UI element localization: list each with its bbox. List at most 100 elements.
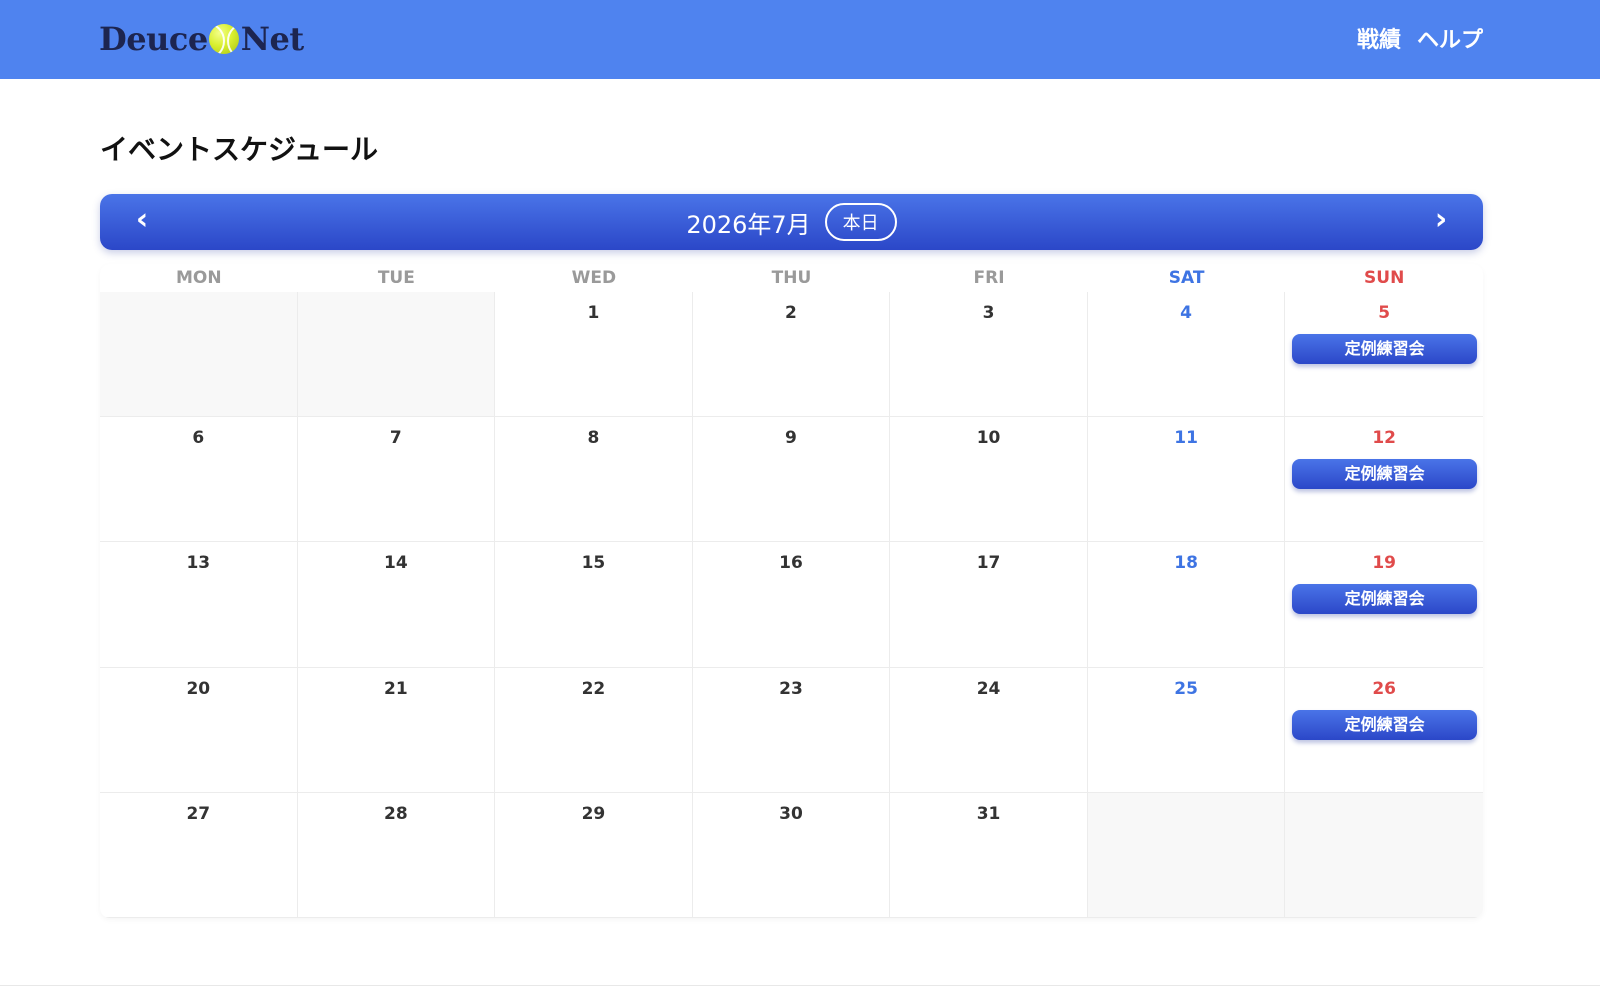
weekday-mon: MON (175, 268, 222, 288)
day-number: 31 (976, 803, 1001, 824)
weekday-sun: SUN (1364, 268, 1405, 288)
logo-text-right: Net (240, 20, 304, 58)
weekday-sat: SAT (1168, 268, 1205, 288)
event-chip[interactable]: 定例練習会 (1292, 334, 1477, 364)
calendar-day-cell[interactable]: 14 (297, 542, 496, 668)
calendar-month-center: 2026年7月 本日 (100, 203, 1483, 241)
calendar-day-cell[interactable]: 26 定例練習会 (1285, 668, 1483, 793)
calendar-day-cell[interactable]: 29 (495, 792, 693, 918)
calendar-day-cell[interactable]: 9 (692, 417, 891, 543)
logo-text-left: Deuce (99, 20, 208, 58)
calendar-day-cell[interactable]: 17 (890, 542, 1088, 668)
day-number: 5 (1378, 303, 1391, 323)
day-number: 13 (186, 553, 211, 574)
weekday-thu: THU (771, 268, 812, 288)
calendar-empty-cell (1087, 792, 1286, 918)
day-number: 24 (976, 678, 1001, 699)
calendar-day-cell[interactable]: 25 (1087, 667, 1286, 793)
calendar-empty-cell (1285, 792, 1483, 918)
calendar-week-row: 13 14 15 16 17 18 19 定例練習会 (100, 542, 1483, 668)
calendar-grid: MON TUE WED THU FRI SAT SUN 1 2 3 4 5 定例練習会 6 7… (100, 264, 1483, 918)
calendar-day-cell[interactable]: 20 (100, 667, 298, 793)
calendar-day-cell[interactable]: 30 (692, 792, 891, 918)
calendar-day-cell[interactable]: 24 (890, 667, 1088, 793)
calendar-day-cell[interactable]: 19 定例練習会 (1285, 542, 1483, 668)
day-number: 11 (1174, 428, 1198, 449)
weekday-header-row: MON TUE WED THU FRI SAT SUN (100, 264, 1483, 292)
calendar-week-row: 20 21 22 23 24 25 26 定例練習会 (100, 667, 1483, 793)
event-chip[interactable]: 定例練習会 (1292, 709, 1477, 740)
day-number: 30 (779, 803, 803, 824)
calendar-week-row: 27 28 29 30 31 (100, 792, 1483, 918)
calendar-day-cell[interactable]: 22 (495, 667, 693, 793)
event-chip[interactable]: 定例練習会 (1292, 459, 1477, 490)
day-number: 7 (389, 428, 402, 449)
calendar-day-cell[interactable]: 12 定例練習会 (1285, 417, 1483, 543)
footer-divider (0, 985, 1600, 986)
calendar-week-row: 1 2 3 4 5 定例練習会 (100, 292, 1483, 418)
calendar-day-cell[interactable]: 18 (1087, 542, 1286, 668)
day-number: 10 (976, 428, 1001, 449)
day-number: 6 (192, 428, 205, 449)
day-number: 18 (1174, 553, 1198, 574)
day-number: 28 (384, 803, 408, 824)
day-number: 4 (1180, 303, 1193, 323)
calendar-header: ‹ 2026年7月 本日 › (100, 194, 1483, 250)
day-number: 19 (1372, 553, 1396, 574)
site-logo[interactable]: Deuce Net (99, 18, 304, 60)
page-title: イベントスケジュール (100, 133, 379, 166)
day-number: 26 (1372, 678, 1396, 699)
calendar-day-cell[interactable]: 28 (297, 792, 496, 918)
day-number: 14 (384, 553, 408, 574)
chevron-right-icon[interactable]: › (1421, 202, 1461, 237)
calendar-day-cell[interactable]: 10 (890, 417, 1088, 543)
tennis-ball-icon (208, 24, 239, 54)
day-number: 20 (186, 678, 211, 699)
day-number: 12 (1372, 428, 1396, 449)
event-chip[interactable]: 定例練習会 (1292, 584, 1477, 615)
weekday-fri: FRI (973, 268, 1005, 288)
calendar-day-cell[interactable]: 11 (1087, 417, 1286, 543)
calendar-day-cell[interactable]: 3 (890, 292, 1088, 418)
current-month-label: 2026年7月 (686, 210, 811, 239)
weekday-wed: WED (571, 268, 617, 288)
weekday-tue: TUE (377, 268, 415, 288)
header-nav: 戦績 ヘルプ (1357, 22, 1483, 54)
calendar-day-cell[interactable]: 1 (495, 292, 693, 418)
calendar-empty-cell (100, 292, 298, 418)
calendar-day-cell[interactable]: 27 (100, 792, 298, 918)
calendar-day-cell[interactable]: 23 (692, 667, 891, 793)
day-number: 15 (581, 553, 606, 574)
day-number: 23 (779, 678, 803, 699)
calendar-day-cell[interactable]: 15 (495, 542, 693, 668)
day-number: 3 (982, 303, 995, 323)
day-number: 8 (587, 428, 600, 449)
day-number: 29 (581, 803, 606, 824)
day-number: 21 (384, 678, 408, 699)
calendar-empty-cell (297, 292, 496, 418)
day-number: 27 (186, 803, 211, 824)
calendar-day-cell[interactable]: 5 定例練習会 (1285, 292, 1483, 418)
calendar-week-row: 6 7 8 9 10 11 12 定例練習会 (100, 417, 1483, 543)
calendar-day-cell[interactable]: 21 (297, 667, 496, 793)
calendar-day-cell[interactable]: 16 (692, 542, 891, 668)
calendar-weeks: 1 2 3 4 5 定例練習会 6 7 8 9 10 11 12 定例練習会 13 14 15 16 17 18 19 定… (100, 292, 1483, 918)
calendar-day-cell[interactable]: 7 (297, 417, 496, 543)
top-navbar: Deuce Net 戦績 ヘルプ (0, 0, 1600, 79)
today-button[interactable]: 本日 (824, 203, 897, 241)
day-number: 22 (581, 678, 606, 699)
calendar-day-cell[interactable]: 8 (495, 417, 693, 543)
nav-link-help[interactable]: ヘルプ (1417, 22, 1483, 54)
calendar-day-cell[interactable]: 4 (1087, 292, 1286, 418)
day-number: 16 (779, 553, 803, 574)
day-number: 9 (785, 428, 797, 449)
calendar-day-cell[interactable]: 6 (100, 417, 298, 543)
day-number: 25 (1174, 678, 1198, 699)
calendar-day-cell[interactable]: 2 (692, 292, 891, 418)
calendar-day-cell[interactable]: 31 (890, 792, 1088, 918)
day-number: 17 (976, 553, 1001, 574)
day-number: 2 (785, 303, 797, 323)
nav-link-records[interactable]: 戦績 (1357, 22, 1401, 54)
day-number: 1 (587, 303, 600, 323)
calendar-day-cell[interactable]: 13 (100, 542, 298, 668)
